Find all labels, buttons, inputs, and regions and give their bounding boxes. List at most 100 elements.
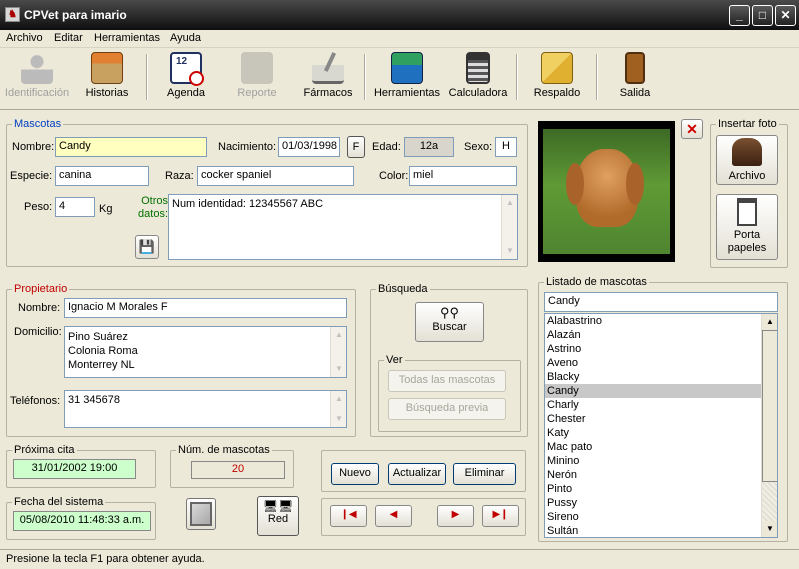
todas-mascotas-button[interactable]: Todas las mascotas [388, 370, 506, 392]
menu-archivo[interactable]: Archivo [6, 32, 43, 44]
scroll-down-icon[interactable]: ▼ [331, 411, 346, 427]
title-bar[interactable]: ♞ CPVet para imario _ □ ✕ [0, 0, 799, 30]
prev-record-button[interactable]: ◀ [375, 505, 412, 527]
scroll-up-icon[interactable]: ▲ [502, 195, 517, 211]
minimize-button[interactable]: _ [729, 5, 750, 26]
sex-field[interactable]: H [495, 137, 517, 157]
ver-group-label: Ver [384, 354, 405, 366]
pet-list-scrollbar[interactable]: ▲ ▼ [761, 314, 777, 537]
species-field[interactable]: canina [55, 166, 149, 186]
toolbar-calculadora-button[interactable]: Calculadora [447, 52, 509, 106]
file-box-icon [91, 52, 123, 84]
scroll-down-icon[interactable]: ▼ [762, 521, 777, 537]
list-item[interactable]: Astrino [545, 342, 761, 356]
scroll-up-icon[interactable]: ▲ [331, 327, 346, 343]
calculator-icon [466, 52, 490, 84]
red-network-button[interactable]: 🖥🖥 Red [257, 496, 299, 536]
last-record-button[interactable]: ▶❙ [482, 505, 519, 527]
menu-ayuda[interactable]: Ayuda [170, 32, 201, 44]
scroll-up-icon[interactable]: ▲ [762, 314, 777, 330]
first-record-button[interactable]: ❙◀ [330, 505, 367, 527]
archivo-photo-button[interactable]: Archivo [716, 135, 778, 185]
birth-date-field[interactable]: 01/03/1998 [278, 137, 340, 157]
toolbox-icon [391, 52, 423, 84]
person-icon [21, 52, 53, 84]
save-disk-button[interactable]: 💾 [135, 235, 159, 259]
toolbar-historias-button[interactable]: Historias [80, 52, 134, 106]
porta-button-label: Porta papeles [727, 229, 767, 254]
horse-icon [732, 138, 762, 166]
list-item[interactable]: Katy [545, 426, 761, 440]
pet-count-field: 20 [191, 461, 285, 479]
eliminar-button[interactable]: Eliminar [453, 463, 516, 485]
breed-field[interactable]: cocker spaniel [197, 166, 354, 186]
list-item[interactable]: Pinto [545, 482, 761, 496]
scroll-down-icon[interactable]: ▼ [502, 243, 517, 259]
close-button[interactable]: ✕ [775, 5, 796, 26]
toolbar-reporte-button[interactable]: Reporte [230, 52, 284, 106]
sex-toggle-button[interactable]: F [347, 136, 365, 158]
menu-herramientas[interactable]: Herramientas [94, 32, 160, 44]
scroll-up-icon[interactable]: ▲ [331, 391, 346, 407]
prev-record-icon: ◀ [389, 509, 398, 520]
list-search-field[interactable]: Candy [544, 292, 778, 312]
porta-papeles-button[interactable]: Porta papeles [716, 194, 778, 260]
list-item[interactable]: Candy [545, 384, 761, 398]
list-item[interactable]: Chester [545, 412, 761, 426]
list-item[interactable]: Alabastrino [545, 314, 761, 328]
scroll-thumb[interactable] [762, 330, 777, 482]
app-icon[interactable]: ♞ [5, 7, 20, 22]
window-title: CPVet para imario [24, 8, 127, 22]
color-field[interactable]: miel [409, 166, 517, 186]
toolbar-agenda-button[interactable]: 12 Agenda [160, 52, 212, 106]
list-item[interactable]: Mac pato [545, 440, 761, 454]
address-scrollbar[interactable]: ▲ ▼ [330, 327, 346, 377]
telefonos-label: Teléfonos: [10, 395, 61, 407]
actualizar-button[interactable]: Actualizar [388, 463, 446, 485]
domicilio-label: Domicilio: [14, 326, 62, 338]
toolbar-salida-button[interactable]: Salida [612, 52, 658, 106]
last-record-icon: ▶❙ [492, 509, 509, 520]
list-item[interactable]: Nerón [545, 468, 761, 482]
otros-datos-text: Num identidad: 12345567 ABC [172, 198, 324, 210]
list-item[interactable]: Minino [545, 454, 761, 468]
list-item[interactable]: Charly [545, 398, 761, 412]
toolbar: Identificación Historias 12 Agenda Repor… [0, 48, 799, 110]
delete-photo-button[interactable]: ✕ [681, 119, 703, 139]
phones-scrollbar[interactable]: ▲ ▼ [330, 391, 346, 427]
phones-textarea[interactable]: 31 345678 ▲ ▼ [64, 390, 347, 428]
pet-list[interactable]: Alabastrino Alazán Astrino Aveno Blacky Candy… [544, 313, 778, 538]
list-item[interactable]: Sireno [545, 510, 761, 524]
peso-label: Peso: [24, 201, 53, 213]
menu-editar[interactable]: Editar [54, 32, 83, 44]
list-item[interactable]: Alazán [545, 328, 761, 342]
toolbar-identificacion-button[interactable]: Identificación [2, 52, 72, 106]
owner-name-field[interactable]: Ignacio M Morales F [64, 298, 347, 318]
next-record-button[interactable]: ▶ [437, 505, 474, 527]
address-line: Pino Suárez [68, 331, 128, 343]
list-item[interactable]: Pussy [545, 496, 761, 510]
next-record-icon: ▶ [451, 509, 460, 520]
busqueda-previa-button[interactable]: Búsqueda previa [388, 398, 506, 420]
clipboard-icon [737, 198, 757, 226]
maximize-button[interactable]: □ [752, 5, 773, 26]
weight-field[interactable]: 4 [55, 197, 95, 217]
buscar-button[interactable]: ⚲⚲ Buscar [415, 302, 484, 342]
toolbar-farmacos-button[interactable]: Fármacos [300, 52, 356, 106]
list-item[interactable]: Blacky [545, 370, 761, 384]
dog-ear [626, 163, 644, 205]
address-textarea[interactable]: Pino Suárez Colonia Roma Monterrey NL ▲ ▼ [64, 326, 347, 378]
pet-name-field[interactable]: Candy [55, 137, 207, 157]
nombre-label: Nombre: [12, 141, 55, 153]
small-frame-button[interactable] [186, 498, 216, 530]
address-line: Colonia Roma [68, 345, 138, 357]
scroll-down-icon[interactable]: ▼ [331, 361, 346, 377]
otros-scrollbar[interactable]: ▲ ▼ [501, 195, 517, 259]
otros-datos-textarea[interactable]: Num identidad: 12345567 ABC ▲ ▼ [168, 194, 518, 260]
list-item[interactable]: Aveno [545, 356, 761, 370]
toolbar-respaldo-button[interactable]: Respaldo [530, 52, 584, 106]
nuevo-button[interactable]: Nuevo [331, 463, 379, 485]
toolbar-herramientas-button[interactable]: Herramientas [372, 52, 442, 106]
list-item[interactable]: Sultán [545, 524, 761, 537]
address-line: Monterrey NL [68, 359, 135, 371]
